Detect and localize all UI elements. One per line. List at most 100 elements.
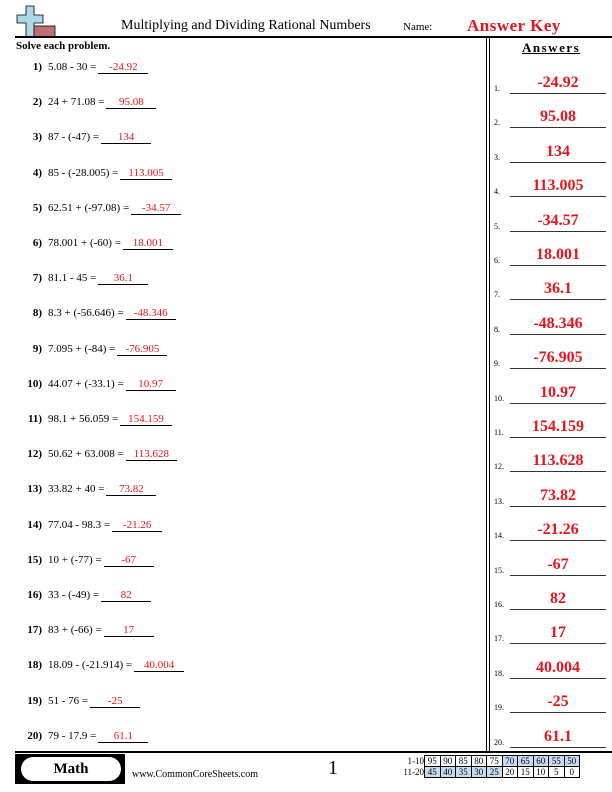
answer-key-number: 9.: [494, 359, 500, 369]
answer-key-line: [510, 677, 606, 679]
score-row: 95 90 85 80 75 70 65 60 55 50: [424, 755, 580, 767]
problem-item: 3) 87 - (-47) = 134: [22, 131, 152, 145]
answer-key-number: 8.: [494, 324, 500, 334]
problem-item: 9) 7.095 + (-84) = -76.905: [22, 342, 168, 356]
answer-key-line: [510, 746, 606, 748]
score-cell: 45: [424, 766, 441, 778]
problem-item: 20) 79 - 17.9 = 61.1: [22, 729, 149, 743]
score-row-label: 1-10: [407, 756, 425, 766]
answer-field[interactable]: -25: [90, 695, 141, 708]
answer-key-value: 17: [550, 624, 566, 642]
problem-expression: 62.51 + (-97.08) =: [48, 201, 130, 214]
answer-key-item: 19. -25: [494, 691, 606, 714]
score-cell: 80: [470, 755, 487, 767]
answer-field[interactable]: 113.628: [125, 448, 178, 462]
problem-expression: 24 + 71.08 =: [48, 96, 105, 109]
answer-key-item: 1. -24.92: [494, 72, 606, 94]
score-cell: 40: [439, 766, 456, 778]
answer-field[interactable]: 154.159: [120, 413, 172, 426]
problem-number: 20): [27, 729, 42, 742]
score-cell: 85: [455, 755, 472, 767]
problem-item: 17) 83 + (-66) = 17: [22, 624, 154, 638]
answer-field[interactable]: 134: [101, 131, 152, 145]
answer-key-value: 73.82: [540, 486, 576, 504]
answer-field[interactable]: 73.82: [106, 483, 157, 497]
problem-item: 2) 24 + 71.08 = 95.08: [22, 96, 157, 110]
answer-field[interactable]: -48.346: [125, 307, 176, 321]
problem-item: 6) 78.001 + (-60) = 18.001: [22, 237, 173, 250]
problem-number: 2): [32, 96, 42, 109]
answer-field[interactable]: 10.97: [125, 378, 176, 391]
answer-field[interactable]: 40.004: [134, 659, 185, 673]
problem-number: 11): [27, 413, 42, 425]
answer-key-value: 134: [546, 142, 570, 160]
problem-expression: 98.1 + 56.059 =: [48, 413, 119, 425]
answer-key-value: -34.57: [537, 211, 579, 229]
problem-item: 16) 33 - (-49) = 82: [22, 589, 152, 602]
answer-key-number: 17.: [494, 634, 504, 644]
answer-key-item: 2. 95.08: [494, 106, 606, 129]
problem-number: 19): [27, 694, 42, 707]
name-value: Answer Key: [467, 16, 561, 35]
answer-key-item: 7. 36.1: [494, 278, 606, 301]
answer-field[interactable]: 95.08: [106, 96, 157, 110]
answer-field[interactable]: 82: [101, 589, 152, 602]
problem-expression: 7.095 + (-84) =: [48, 342, 116, 355]
problem-expression: 50.62 + 63.008 =: [48, 448, 124, 461]
answer-key-value: -67: [547, 555, 569, 573]
score-cell: 25: [486, 766, 503, 778]
answer-key-number: 10.: [494, 393, 504, 403]
answer-field[interactable]: -76.905: [117, 343, 168, 356]
page-number: 1: [328, 757, 338, 779]
answer-key-item: 11. 154.159: [494, 416, 606, 438]
score-cell: 95: [424, 755, 441, 767]
problem-number: 1): [32, 61, 42, 73]
problem-item: 13) 33.82 + 40 = 73.82: [22, 483, 157, 497]
answer-key-item: 9. -76.905: [494, 347, 606, 370]
answer-key-line: [510, 161, 606, 163]
instructions: Solve each problem.: [16, 40, 111, 52]
problem-number: 3): [32, 131, 42, 144]
problem-expression: 81.1 - 45 =: [48, 272, 97, 285]
problem-number: 10): [27, 377, 42, 390]
answer-field[interactable]: 18.001: [122, 237, 173, 250]
answer-key-number: 16.: [494, 600, 504, 609]
answers-heading: Answers: [522, 40, 581, 55]
answer-key-value: -48.346: [533, 314, 583, 332]
answer-key-value: 61.1: [544, 727, 572, 745]
answer-field[interactable]: 61.1: [98, 730, 149, 743]
score-cell: 60: [532, 755, 549, 767]
score-table: 95 90 85 80 75 70 65 60 55 50 45 40 35 30 25 20 15 10 5 0: [424, 755, 580, 778]
answer-key-item: 17. 17: [494, 622, 606, 645]
score-cell: 75: [486, 755, 503, 767]
answer-key-value: 18.001: [536, 246, 580, 263]
answer-key-line: [510, 368, 606, 370]
problem-number: 14): [27, 518, 42, 531]
problem-expression: 33.82 + 40 =: [48, 483, 105, 496]
answer-key-number: 4.: [494, 187, 500, 197]
answer-key-item: 3. 134: [494, 141, 606, 163]
answer-key-value: 113.628: [532, 452, 584, 470]
answer-field[interactable]: -21.26: [112, 519, 163, 532]
problem-expression: 8.3 + (-56.646) =: [48, 307, 124, 320]
answer-key-line: [510, 712, 606, 714]
answer-key-item: 8. -48.346: [494, 313, 606, 335]
answer-key-line: [510, 230, 606, 232]
score-cell: 50: [563, 755, 580, 767]
problem-expression: 33 - (-49) =: [48, 589, 100, 601]
subject-badge: Math: [21, 757, 121, 781]
answer-key-value: 36.1: [544, 280, 572, 298]
answer-field[interactable]: -67: [103, 554, 154, 567]
answer-key-line: [510, 540, 606, 542]
problem-item: 1) 5.08 - 30 = -24.92: [22, 61, 149, 74]
answer-field[interactable]: -34.57: [131, 202, 182, 215]
problem-item: 4) 85 - (-28.005) = 113.005: [22, 167, 172, 180]
answer-field[interactable]: -24.92: [98, 61, 149, 74]
problem-expression: 77.04 - 98.3 =: [48, 518, 111, 531]
answer-key-item: 16. 82: [494, 588, 606, 610]
header-divider: [15, 36, 612, 38]
answer-field[interactable]: 36.1: [98, 272, 149, 286]
answer-field[interactable]: 113.005: [120, 167, 172, 180]
problem-number: 7): [32, 272, 42, 285]
answer-field[interactable]: 17: [103, 624, 154, 638]
